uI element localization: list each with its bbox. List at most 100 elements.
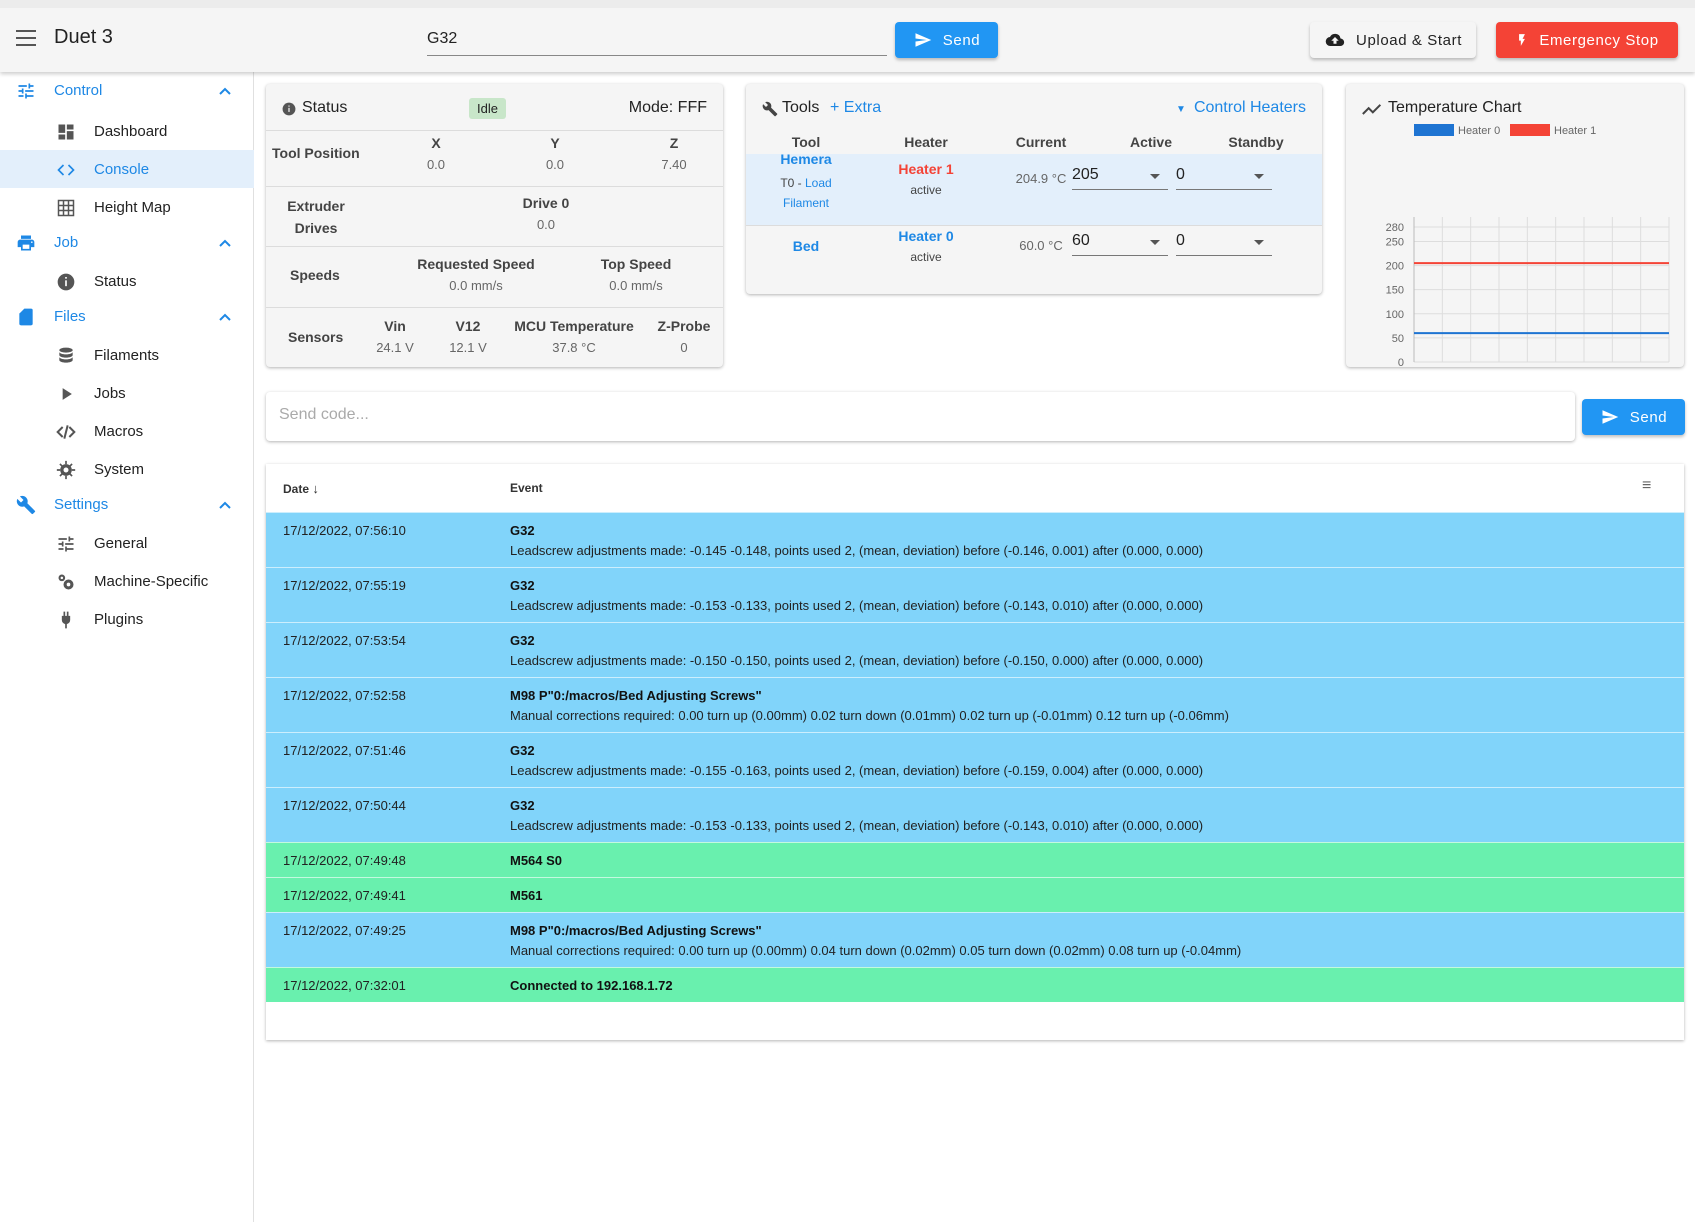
sidebar-item-filaments[interactable]: Filaments	[0, 336, 254, 374]
sidebar-item-system[interactable]: System	[0, 450, 254, 488]
sensor-z-probe-value: 0	[680, 340, 688, 355]
extruder-drives-label: Extruder Drives	[287, 198, 345, 236]
sidebar-item-height-map[interactable]: Height Map	[0, 188, 254, 226]
column-date-label: Date	[283, 482, 310, 496]
caret-down-icon	[1254, 174, 1264, 179]
extra-label: Extra	[843, 99, 882, 116]
log-date: 17/12/2022, 07:51:46	[283, 743, 406, 758]
requested-speed-label: Requested Speed	[417, 256, 535, 272]
log-command: M98 P"0:/macros/Bed Adjusting Screws"	[510, 923, 762, 938]
menu-icon[interactable]	[16, 30, 36, 46]
drive-0-value: 0.0	[536, 217, 556, 232]
column-menu-icon[interactable]: ≡	[1642, 477, 1651, 495]
tool-name-bed[interactable]: Bed	[756, 238, 856, 254]
sidebar-group-files[interactable]: Files	[0, 298, 254, 336]
sidebar-item-plugins[interactable]: Plugins	[0, 600, 254, 638]
sensor-v12-value: 12.1 V	[449, 340, 487, 355]
heater-0-active-select[interactable]: 60	[1072, 232, 1168, 256]
play-icon	[62, 388, 72, 400]
heater-0-state: active	[910, 250, 942, 264]
divider	[266, 186, 723, 187]
heater-0-active-value: 60	[1072, 232, 1090, 249]
load-filament-link[interactable]: Load	[805, 176, 832, 190]
sidebar-item-jobs[interactable]: Jobs	[0, 374, 254, 412]
code-input[interactable]: G32	[427, 22, 887, 56]
status-card: Status Idle Mode: FFF Tool Position X 0.0…	[266, 84, 723, 367]
divider	[266, 246, 723, 247]
arrow-down-icon: ↓	[312, 481, 319, 496]
log-row: 17/12/2022, 07:56:10 G32 Leadscrew adjustm…	[266, 512, 1684, 567]
y-tick-label: 100	[1386, 309, 1404, 321]
sidebar-item-filaments-label: Filaments	[94, 347, 160, 364]
sidebar-item-macros-label: Macros	[94, 423, 144, 440]
log-date: 17/12/2022, 07:49:48	[283, 853, 406, 868]
console-send-button[interactable]: Send	[1582, 399, 1685, 435]
sidebar-group-control-label: Control	[54, 82, 103, 99]
control-heaters-label: Control Heaters	[1193, 99, 1306, 116]
machine-mode: Mode: FFF	[628, 99, 707, 116]
wrench-icon	[16, 495, 36, 515]
tune-icon	[58, 536, 74, 552]
column-date[interactable]: Date ↓	[283, 481, 319, 496]
chevron-up-icon	[219, 239, 231, 247]
control-heaters-dropdown[interactable]: ▼ Control Heaters	[1176, 99, 1306, 117]
sidebar-item-console[interactable]: Console	[0, 150, 254, 188]
heater-1-standby-select[interactable]: 0	[1176, 166, 1272, 190]
flash-icon	[1519, 34, 1526, 46]
sidebar-item-dashboard[interactable]: Dashboard	[0, 112, 254, 150]
axis-x-value: 0.0	[426, 157, 446, 172]
tool-subtitle: T0 - Load Filament	[780, 176, 832, 210]
log-date: 17/12/2022, 07:52:58	[283, 688, 406, 703]
log-message: Leadscrew adjustments made: -0.153 -0.13…	[510, 598, 1204, 613]
dashboard-icon	[58, 124, 74, 140]
log-date: 17/12/2022, 07:32:01	[283, 978, 406, 993]
divider	[746, 225, 1322, 226]
plus-icon: +	[830, 99, 844, 116]
sidebar-item-macros[interactable]: Macros	[0, 412, 254, 450]
log-command: M561	[510, 888, 543, 903]
temperature-chart: Heater 0Heater 105010015020025028007:480…	[1386, 124, 1670, 367]
log-date: 17/12/2022, 07:49:25	[283, 923, 406, 938]
axis-x-label: X	[431, 135, 441, 151]
heater-0-standby-select[interactable]: 0	[1176, 232, 1272, 256]
console-log: Date ↓ Event ≡ 17/12/2022, 07:56:10 G32 Le…	[266, 464, 1684, 1040]
sidebar-group-job[interactable]: Job	[0, 224, 254, 262]
log-message: Leadscrew adjustments made: -0.155 -0.16…	[510, 763, 1204, 778]
heater-0-label[interactable]: Heater 0	[876, 228, 976, 244]
log-row: 17/12/2022, 07:49:25 M98 P"0:/macros/Bed …	[266, 912, 1684, 967]
sidebar-item-machine-specific[interactable]: Machine-Specific	[0, 562, 254, 600]
tool-name-hemera[interactable]: Hemera	[756, 151, 856, 167]
column-standby: Standby	[1228, 134, 1284, 150]
heater-1-label[interactable]: Heater 1	[876, 161, 976, 177]
database-icon	[59, 347, 73, 363]
emergency-stop-button[interactable]: Emergency Stop	[1496, 22, 1678, 58]
sensor-vin-value: 24.1 V	[376, 340, 414, 355]
log-row: 17/12/2022, 07:51:46 G32 Leadscrew adjustm…	[266, 732, 1684, 787]
code-icon	[57, 164, 75, 176]
y-tick-label: 200	[1386, 261, 1404, 273]
divider	[266, 130, 723, 131]
heater-1-active-select[interactable]: 205	[1072, 166, 1168, 190]
heater-0-standby-value: 0	[1176, 232, 1185, 249]
gear-icon	[56, 460, 76, 480]
axis-y-label: Y	[550, 135, 560, 151]
sensor-vin-label: Vin	[384, 318, 406, 334]
sidebar-group-control[interactable]: Control	[0, 72, 254, 110]
send-button[interactable]: Send	[895, 22, 998, 58]
chevron-up-icon	[219, 87, 231, 95]
chart-title: Temperature Chart	[1388, 99, 1522, 116]
heater-1-state: active	[910, 183, 942, 197]
speeds-label: Speeds	[290, 267, 340, 283]
console-input[interactable]: Send code...	[266, 392, 1575, 441]
tools-card: Tools + Extra ▼ Control Heaters Tool Heat…	[746, 84, 1322, 294]
column-heater: Heater	[904, 134, 948, 150]
extra-button[interactable]: + Extra	[830, 99, 881, 117]
sidebar-group-files-label: Files	[54, 308, 86, 325]
log-command: M98 P"0:/macros/Bed Adjusting Screws"	[510, 688, 762, 703]
log-date: 17/12/2022, 07:53:54	[283, 633, 406, 648]
sidebar-item-job-status[interactable]: Status	[0, 262, 254, 300]
sidebar-item-general[interactable]: General	[0, 524, 254, 562]
load-filament-link-2[interactable]: Filament	[783, 196, 829, 210]
upload-start-button[interactable]: Upload & Start	[1310, 22, 1476, 58]
sidebar-group-settings[interactable]: Settings	[0, 486, 254, 524]
